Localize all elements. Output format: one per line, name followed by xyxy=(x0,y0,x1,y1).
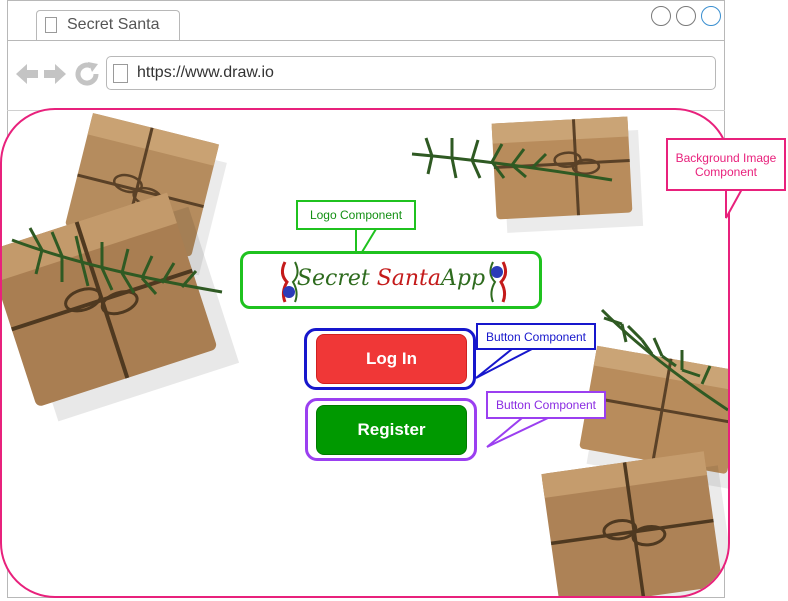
gift-ribbon-icon xyxy=(489,261,508,303)
login-button[interactable]: Log In xyxy=(316,334,467,384)
logo-word-santa: Santa xyxy=(376,266,442,291)
logo-component: Secret SantaApp xyxy=(240,251,542,309)
logo-callout: Logo Component xyxy=(296,200,416,230)
login-button-callout: Button Component xyxy=(476,323,596,350)
logo-word-app: App xyxy=(441,266,486,291)
register-button-callout: Button Component xyxy=(486,391,606,419)
register-button[interactable]: Register xyxy=(316,405,467,455)
background-image-callout: Background Image Component xyxy=(666,138,786,191)
logo-word-secret: Secret xyxy=(296,266,370,291)
